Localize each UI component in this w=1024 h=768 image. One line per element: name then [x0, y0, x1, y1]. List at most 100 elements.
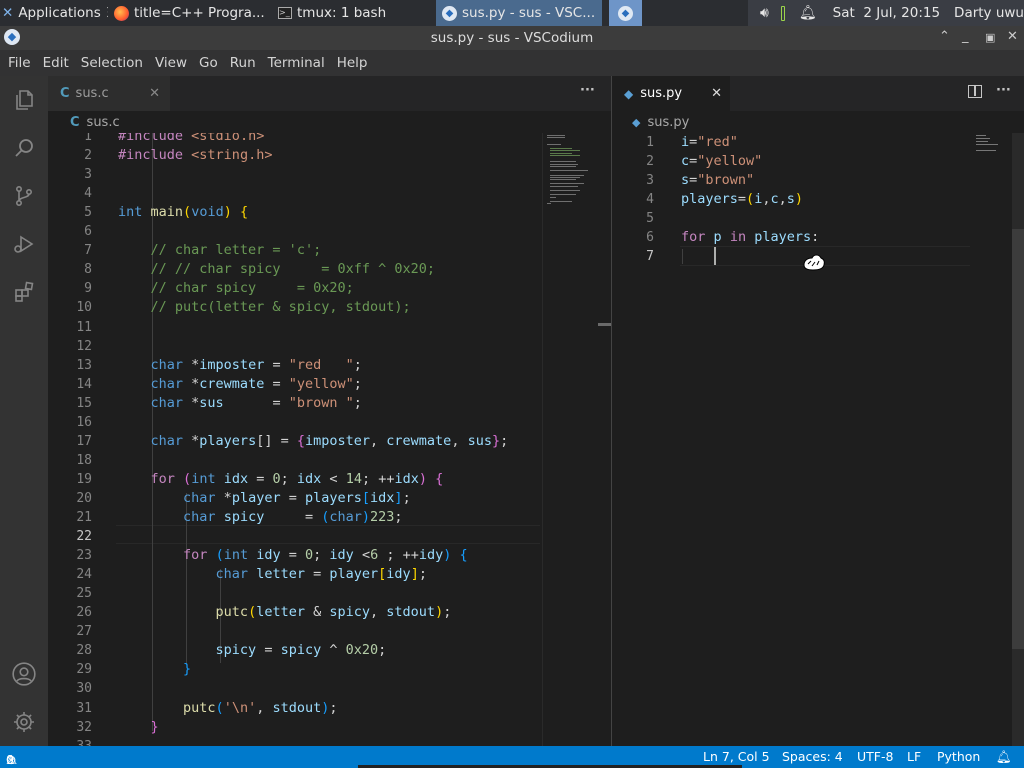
language-mode[interactable]: Python [937, 749, 980, 764]
indent-guide [682, 249, 683, 264]
code-line: c="yellow" [681, 153, 763, 169]
tab-sus-py[interactable]: ◆ sus.py ✕ [612, 76, 730, 111]
code-line: for (int idx = 0; idx < 14; ++idx) { [150, 470, 444, 487]
line-number: 27 [76, 624, 92, 640]
more-actions-icon[interactable]: ··· [580, 83, 595, 98]
current-line-highlight [116, 525, 540, 544]
mouse-pointer-icon [802, 251, 826, 275]
code-line: // putc(letter & spicy, stdout); [150, 299, 411, 316]
minimap-stroke [547, 143, 561, 145]
minimap-stroke [547, 135, 565, 136]
scrollbar-thumb[interactable] [1012, 229, 1024, 649]
tab-label: sus.c [75, 86, 109, 101]
menu-edit[interactable]: Edit [37, 55, 75, 71]
code-line: } [183, 661, 192, 678]
minimap-stroke [550, 170, 588, 172]
line-number: 16 [76, 414, 92, 430]
line-number: 25 [76, 586, 92, 602]
search-icon[interactable] [0, 124, 48, 172]
line-number: 18 [76, 452, 92, 468]
restore-icon[interactable]: ▣ [985, 31, 995, 44]
system-panel: ✕ Applications Ξ title=C++ Progra... >_ … [0, 0, 1024, 26]
xfce-logo-icon: ✕ [2, 5, 14, 21]
breadcrumb-file[interactable]: sus.py [647, 115, 689, 130]
code-line: putc(letter & spicy, stdout); [215, 604, 452, 621]
indentation[interactable]: Spaces: 4 [782, 749, 843, 764]
task-terminal[interactable]: >_ tmux: 1 bash [272, 0, 432, 26]
split-editor-icon[interactable] [968, 85, 982, 98]
cursor-position[interactable]: Ln 7, Col 5 [703, 749, 770, 764]
c-file-icon: C [70, 114, 80, 130]
menu-go[interactable]: Go [193, 55, 224, 71]
run-debug-icon[interactable] [0, 220, 48, 268]
task-vscodium[interactable]: ◆ sus.py - sus - VSC... [436, 0, 602, 26]
end-of-line[interactable]: LF [907, 749, 921, 764]
vscodium-small-icon: ◆ [618, 5, 633, 21]
left-code-editor[interactable]: 1 2 3 4 5 6 7 8 9 10 11 12 13 14 15 16 17 18 19 20 21 22 23 24 2… [48, 133, 611, 746]
datetime[interactable]: Sat 2 Jul, 20:15 [833, 5, 940, 21]
minimap-stroke [550, 152, 572, 154]
line-number: 24 [76, 567, 92, 583]
menu-selection[interactable]: Selection [75, 55, 149, 71]
menu-file[interactable]: File [2, 55, 37, 71]
line-number: 17 [76, 433, 92, 449]
minimap-stroke [550, 185, 578, 187]
encoding[interactable]: UTF-8 [857, 749, 893, 764]
more-actions-icon[interactable]: ··· [996, 83, 1011, 98]
vertical-scrollbar[interactable] [598, 133, 611, 746]
minimap-stroke [550, 194, 576, 196]
applications-menu[interactable]: ✕ Applications Ξ [0, 0, 108, 26]
line-number: 15 [76, 395, 92, 411]
status-bar: ⊗ 0 ⚠ 0 Ln 7, Col 5 Spaces: 4 UTF-8 LF P… [0, 746, 1024, 768]
minimap[interactable] [974, 133, 1012, 746]
terminal-icon: >_ [278, 7, 292, 19]
firefox-icon [114, 5, 129, 21]
line-number: 11 [76, 319, 92, 335]
maximize-up-icon[interactable]: ⌃ [939, 29, 950, 44]
minimize-icon[interactable]: _ [962, 29, 969, 44]
account-icon[interactable] [0, 650, 48, 698]
right-code-editor[interactable]: 1 2 3 4 5 6 7 i="red" c="yellow" s="brown" player… [612, 133, 1024, 746]
workspace-button[interactable]: ◆ [609, 0, 642, 26]
close-tab-icon[interactable]: ✕ [149, 86, 160, 101]
code-line: for (int idy = 0; idy <6 ; ++idy) { [183, 547, 468, 564]
close-tab-icon[interactable]: ✕ [711, 86, 722, 101]
task-browser[interactable]: title=C++ Progra... [108, 0, 270, 26]
menu-help[interactable]: Help [331, 55, 374, 71]
volume-icon[interactable]: 🔊︎ [760, 5, 769, 21]
breadcrumb-file[interactable]: sus.c [87, 115, 120, 130]
vertical-scrollbar[interactable] [1012, 133, 1024, 746]
tab-label: sus.py [640, 86, 683, 101]
line-number: 21 [76, 510, 92, 525]
menu-view[interactable]: View [149, 55, 193, 71]
minimap[interactable] [542, 133, 602, 746]
line-number: 5 [84, 205, 92, 221]
battery-icon[interactable] [780, 5, 785, 21]
code-line: char *imposter = "red "; [150, 356, 362, 373]
code-line: char *crewmate = "yellow"; [150, 375, 362, 392]
minimap-stroke [547, 203, 551, 205]
close-window-icon[interactable]: ✕ [1007, 29, 1018, 44]
minimap-stroke [550, 165, 576, 167]
code-line: i="red" [681, 134, 738, 150]
line-number: 8 [84, 262, 92, 278]
code-line: #include <stdio.h> [118, 133, 265, 144]
code-line: for p in players: [681, 229, 820, 245]
settings-gear-icon[interactable] [0, 698, 48, 746]
source-control-icon[interactable] [0, 172, 48, 220]
minimap-stroke [550, 196, 556, 198]
line-number: 23 [76, 548, 92, 564]
line-number: 26 [76, 605, 92, 621]
code-line: s="brown" [681, 172, 755, 188]
user-name[interactable]: Darty uwu [954, 5, 1024, 21]
notifications-bell-icon[interactable]: 🔔︎ [996, 749, 1012, 765]
tab-sus-c[interactable]: C sus.c ✕ [48, 76, 170, 111]
line-number: 4 [646, 192, 654, 207]
extensions-icon[interactable] [0, 268, 48, 316]
notification-bell-icon[interactable]: 🔔︎ [799, 5, 817, 21]
menu-run[interactable]: Run [224, 55, 262, 71]
scrollbar-thumb[interactable] [598, 323, 611, 326]
minimap-stroke [550, 154, 580, 156]
menu-terminal[interactable]: Terminal [262, 55, 331, 71]
explorer-icon[interactable] [0, 76, 48, 124]
